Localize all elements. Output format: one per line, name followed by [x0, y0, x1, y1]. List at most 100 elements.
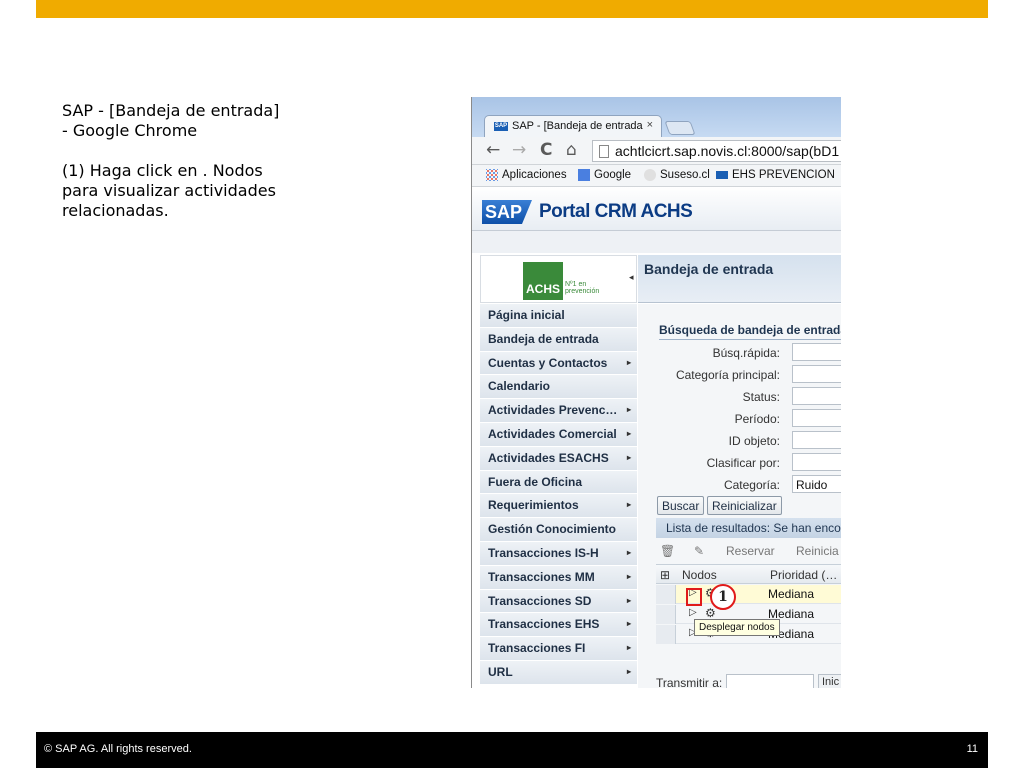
results-title: Lista de resultados: Se han enco: [656, 518, 841, 538]
chevron-right-icon[interactable]: ▸: [627, 596, 631, 605]
page-icon: [599, 145, 609, 158]
nav-item-requerimientos[interactable]: Requerimientos ▸: [480, 494, 637, 519]
column-nodos[interactable]: Nodos: [682, 568, 717, 582]
chevron-right-icon[interactable]: ▸: [627, 643, 631, 652]
browser-screenshot: SAP SAP - [Bandeja de entrada × ← → C ⌂ a…: [471, 97, 841, 688]
chevron-right-icon[interactable]: ▸: [627, 572, 631, 581]
portal-title: Portal CRM ACHS: [539, 201, 693, 222]
nav-item-transacciones-sd[interactable]: Transacciones SD ▸: [480, 589, 637, 614]
table-row[interactable]: ▷ ⚙ Mediana: [656, 585, 841, 604]
row-selector[interactable]: [656, 585, 676, 604]
chevron-right-icon[interactable]: ▸: [627, 429, 631, 438]
content-header: Bandeja de entrada: [638, 255, 841, 303]
edit-icon[interactable]: ✎: [694, 544, 704, 558]
delete-icon[interactable]: 🗑: [660, 544, 675, 558]
nav-item-url[interactable]: URL ▸: [480, 660, 637, 685]
reset-button[interactable]: Reinicializar: [707, 496, 782, 515]
nav-item-transacciones-ehs[interactable]: Transacciones EHS ▸: [480, 613, 637, 638]
chevron-right-icon[interactable]: ▸: [627, 619, 631, 628]
portal-header: SAP Portal CRM ACHS: [472, 187, 841, 231]
main-category-input[interactable]: [792, 365, 841, 383]
bookmark-ehs[interactable]: EHS PREVENCION: [716, 169, 835, 181]
nav-item-cuentas-y-contactos[interactable]: Cuentas y Contactos ▸: [480, 351, 637, 376]
field-label: Status:: [742, 390, 780, 404]
bookmark-google[interactable]: Google: [578, 169, 631, 181]
transmit-label: Transmitir a:: [656, 676, 723, 688]
status-input[interactable]: [792, 387, 841, 405]
step-callout: 1: [710, 584, 736, 610]
field-periodo: Período:: [638, 409, 841, 429]
nav-item-fuera-de-oficina[interactable]: Fuera de Oficina: [480, 470, 637, 495]
field-label: Categoría:: [723, 478, 780, 492]
tab-title: SAP - [Bandeja de entrada: [512, 120, 643, 132]
start-button[interactable]: Inic: [818, 674, 841, 688]
nav-item-calendario[interactable]: Calendario: [480, 375, 637, 400]
nav-item-pagina-inicial[interactable]: Página inicial: [480, 304, 637, 328]
field-categoria: Categoría: Ruido: [638, 475, 841, 495]
nav-item-actividades-esachs[interactable]: Actividades ESACHS ▸: [480, 446, 637, 471]
home-icon[interactable]: ⌂: [566, 141, 577, 159]
chevron-right-icon[interactable]: ▸: [627, 453, 631, 462]
category-input[interactable]: Ruido: [792, 475, 841, 493]
bookmarks-bar: Aplicaciones Google Suseso.cl EHS PREVEN…: [472, 165, 841, 187]
search-button[interactable]: Buscar: [657, 496, 705, 515]
chevron-right-icon[interactable]: ▸: [627, 405, 631, 414]
bookmark-suseso[interactable]: Suseso.cl: [644, 169, 710, 181]
hierarchy-icon[interactable]: ⊞: [660, 568, 670, 582]
sap-bookmark-icon: [716, 170, 728, 179]
page-title: Bandeja de entrada: [644, 261, 774, 277]
object-id-input[interactable]: [792, 431, 841, 449]
step-line-3: relacionadas.: [62, 201, 169, 220]
period-input[interactable]: [792, 409, 841, 427]
chevron-right-icon[interactable]: ▸: [627, 500, 631, 509]
field-busq-rapida: Búsq.rápida:: [638, 343, 841, 363]
header-strip: [472, 231, 841, 253]
navigation-menu: Página inicial Bandeja de entrada Cuenta…: [480, 304, 637, 685]
footer-bar: © SAP AG. All rights reserved. 11: [36, 732, 988, 768]
browser-tab[interactable]: SAP SAP - [Bandeja de entrada ×: [484, 115, 662, 137]
tooltip: Desplegar nodos: [694, 619, 780, 636]
close-icon[interactable]: ×: [647, 119, 653, 131]
chevron-right-icon[interactable]: ▸: [627, 667, 631, 676]
nav-item-bandeja-de-entrada[interactable]: Bandeja de entrada: [480, 327, 637, 352]
step-line-1: (1) Haga click en . Nodos: [62, 161, 263, 180]
bookmark-apps[interactable]: Aplicaciones: [486, 169, 567, 181]
address-bar[interactable]: achtlcicrt.sap.novis.cl:8000/sap(bD1: [592, 140, 841, 162]
nav-item-actividades-prevencion[interactable]: Actividades Prevenc… ▸: [480, 399, 637, 423]
instruction-text: SAP - [Bandeja de entrada] - Google Chro…: [62, 101, 362, 221]
reserve-button[interactable]: Reservar: [726, 544, 775, 558]
row-selector[interactable]: [656, 625, 676, 644]
nav-item-gestion-conocimiento[interactable]: Gestión Conocimiento: [480, 518, 637, 542]
reload-icon[interactable]: C: [540, 141, 552, 159]
nav-item-transacciones-mm[interactable]: Transacciones MM ▸: [480, 565, 637, 590]
sort-by-input[interactable]: [792, 453, 841, 471]
expand-node-icon[interactable]: ▷: [689, 607, 697, 618]
field-label: Clasificar por:: [706, 456, 780, 470]
column-prioridad[interactable]: Prioridad (…: [770, 568, 837, 582]
field-categoria-principal: Categoría principal:: [638, 365, 841, 385]
field-clasificar-por: Clasificar por:: [638, 453, 841, 473]
nav-item-transacciones-is-h[interactable]: Transacciones IS-H ▸: [480, 541, 637, 566]
gear-icon: ⚙: [705, 606, 716, 620]
achs-logo: ACHS: [523, 262, 563, 300]
window-title-line-1: SAP - [Bandeja de entrada]: [62, 101, 280, 120]
field-label: Período:: [734, 412, 780, 426]
collapse-nav-icon[interactable]: ◂: [629, 272, 634, 283]
nav-item-actividades-comercial[interactable]: Actividades Comercial ▸: [480, 422, 637, 447]
reset-results-button[interactable]: Reinicia: [796, 544, 839, 558]
back-arrow-icon[interactable]: ←: [486, 141, 500, 159]
row-selector[interactable]: [656, 605, 676, 624]
address-url: achtlcicrt.sap.novis.cl:8000/sap(bD1: [615, 143, 840, 159]
new-tab-button[interactable]: [664, 121, 696, 135]
chevron-right-icon[interactable]: ▸: [627, 548, 631, 557]
google-icon: [578, 169, 590, 181]
chevron-right-icon[interactable]: ▸: [627, 358, 631, 367]
globe-icon: [644, 169, 656, 181]
results-column-headers: ⊞ Nodos Prioridad (…: [656, 564, 841, 584]
quick-search-input[interactable]: [792, 343, 841, 361]
transmit-dropdown[interactable]: [726, 674, 814, 688]
field-id-objeto: ID objeto:: [638, 431, 841, 451]
nav-item-transacciones-fi[interactable]: Transacciones FI ▸: [480, 637, 637, 661]
chrome-tab-strip: SAP SAP - [Bandeja de entrada ×: [472, 97, 841, 137]
forward-arrow-icon[interactable]: →: [512, 141, 526, 159]
